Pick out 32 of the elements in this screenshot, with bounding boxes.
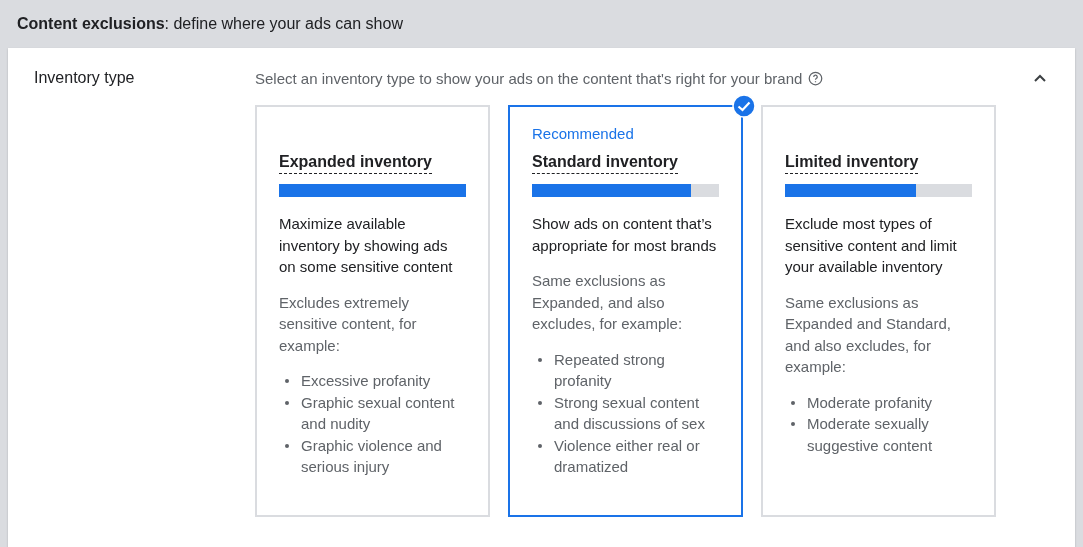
bullet-icon [791,400,795,405]
help-icon[interactable] [808,70,824,86]
bullet-icon [538,400,542,405]
bullet-icon [285,379,289,383]
example-item: Graphic sexual content and nudity [301,392,456,434]
example-item: Excessive profanity [301,371,431,391]
option-title: Limited inventory [785,153,919,174]
option-title: Expanded inventory [279,153,432,174]
check-icon [732,94,756,118]
example-item: Moderate profanity [807,392,933,413]
example-item: Moderate sexually suggestive content [807,414,934,456]
option-card[interactable] [508,105,743,517]
option-summary: Maximize available inventory by showing ads on some sensitive content [279,214,454,277]
bullet-icon [791,422,795,426]
option-title: Standard inventory [532,153,678,174]
page-title: Content exclusions: define where your ads can show [17,14,403,33]
section-description: Select an inventory type to show your ads on the content that's right for your brand [255,69,803,87]
bullet-icon [538,357,542,362]
example-item: Violence either real or dramatized [554,435,701,477]
section-label: Inventory type [34,68,136,88]
option-summary: Exclude most types of sensitive content and limit your available inventory [785,214,958,277]
example-item: Strong sexual content and discussions of sex [554,392,706,434]
option-details: Same exclusions as Expanded and Standard, and also excludes, for example: [785,292,952,377]
bullet-icon [285,400,289,405]
option-summary: Show ads on content that’s appropriate for most brands [532,214,718,256]
bullet-icon [538,443,542,448]
bullet-icon [285,443,289,448]
option-details: Same exclusions as Expanded, and also excludes, for example: [532,271,684,334]
example-item: Repeated strong profanity [554,349,666,391]
recommended-label: Recommended [532,125,635,144]
example-item: Graphic violence and serious injury [301,435,443,477]
option-details: Excludes extremely sensitive content, for example: [279,292,418,356]
